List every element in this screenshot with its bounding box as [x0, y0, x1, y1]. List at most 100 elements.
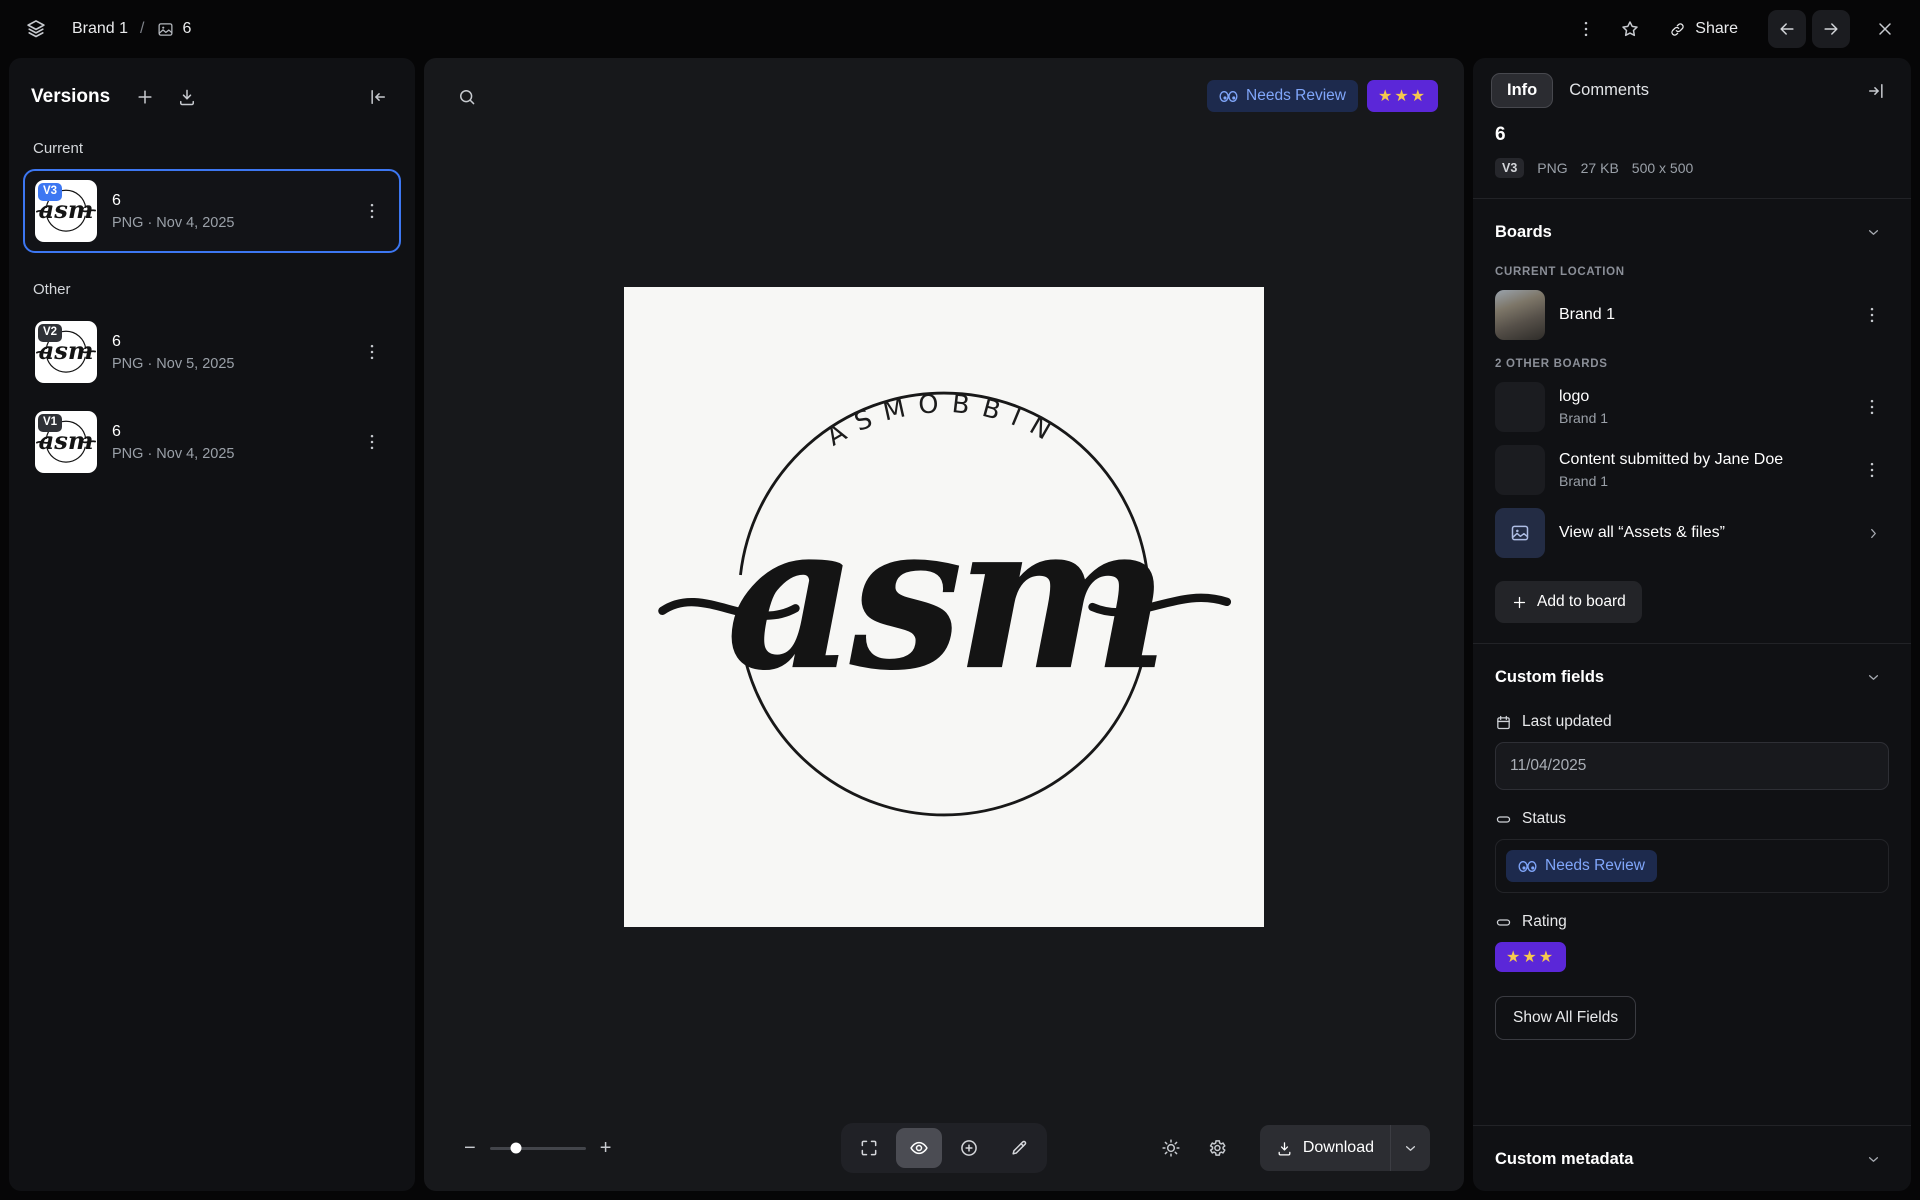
asset-version-chip: V3	[1495, 158, 1524, 178]
canvas-badges: Needs Review ★★★	[1207, 80, 1438, 112]
plus-icon	[1511, 594, 1528, 611]
preview-mode-button[interactable]	[896, 1128, 942, 1168]
background-brightness-button[interactable]	[1154, 1131, 1188, 1165]
show-all-fields-button[interactable]: Show All Fields	[1495, 996, 1636, 1040]
version-menu-button[interactable]	[355, 335, 389, 369]
kebab-icon	[1576, 19, 1596, 39]
board-name: Content submitted by Jane Doe	[1559, 451, 1783, 469]
rating-field[interactable]: ★★★	[1495, 942, 1889, 972]
view-tools	[841, 1123, 1047, 1173]
last-updated-input[interactable]	[1495, 742, 1889, 790]
version-item-v1[interactable]: asm V1 6 PNG · Nov 4, 2025	[23, 400, 401, 484]
rating-label-row: Rating	[1495, 913, 1889, 931]
edit-button[interactable]	[996, 1128, 1042, 1168]
tab-comments[interactable]: Comments	[1559, 73, 1659, 108]
previous-asset-button[interactable]	[1768, 10, 1806, 48]
zoom-in-button[interactable]: +	[594, 1133, 618, 1164]
board-row-current[interactable]: Brand 1	[1495, 290, 1889, 340]
share-button[interactable]: Share	[1657, 12, 1750, 46]
download-icon	[1276, 1140, 1293, 1157]
custom-fields-collapse-button[interactable]	[1858, 662, 1889, 693]
versions-panel: Versions Current asm	[9, 58, 415, 1191]
status-badge[interactable]: Needs Review	[1207, 80, 1358, 112]
versions-title: Versions	[31, 86, 110, 108]
board-menu-button[interactable]	[1855, 453, 1889, 487]
status-field[interactable]: Needs Review	[1495, 839, 1889, 893]
main-content: Versions Current asm	[0, 58, 1920, 1200]
zoom-slider[interactable]	[490, 1137, 586, 1159]
boards-section: Boards CURRENT LOCATION Brand 1	[1473, 198, 1911, 643]
search-button[interactable]	[450, 80, 484, 114]
app-logo-button[interactable]	[18, 11, 54, 47]
version-item-v3[interactable]: asm V3 6 PNG · Nov 4, 2025	[23, 169, 401, 253]
sun-icon	[1161, 1138, 1181, 1158]
favorite-button[interactable]	[1613, 12, 1647, 46]
settings-button[interactable]	[1200, 1131, 1234, 1165]
version-thumbnail: asm V3	[35, 180, 97, 242]
view-all-label: View all “Assets & files”	[1559, 524, 1725, 542]
version-menu-button[interactable]	[355, 425, 389, 459]
breadcrumb: Brand 1 / 6	[72, 20, 191, 38]
board-menu-button[interactable]	[1855, 298, 1889, 332]
close-button[interactable]	[1868, 12, 1902, 46]
custom-fields-title: Custom fields	[1495, 668, 1604, 687]
arrow-right-icon	[1821, 19, 1841, 39]
more-options-button[interactable]	[1569, 12, 1603, 46]
asset-nav	[1768, 10, 1850, 48]
rating-stars: ★★★	[1378, 86, 1427, 106]
select-field-icon	[1495, 914, 1512, 931]
view-all-assets-row[interactable]: View all “Assets & files”	[1495, 508, 1889, 558]
version-thumbnail: asm V1	[35, 411, 97, 473]
fullscreen-icon	[859, 1138, 879, 1158]
image-icon	[157, 21, 174, 38]
add-to-board-button[interactable]: Add to board	[1495, 581, 1642, 623]
fullscreen-button[interactable]	[846, 1128, 892, 1168]
boards-collapse-button[interactable]	[1858, 217, 1889, 248]
kebab-icon	[362, 201, 382, 221]
share-label: Share	[1695, 20, 1738, 38]
rating-value-badge[interactable]: ★★★	[1495, 942, 1566, 972]
add-version-button[interactable]	[128, 80, 162, 114]
versions-header: Versions	[9, 58, 415, 138]
asm-logo-artwork: ASMOBBIN asm	[624, 287, 1264, 927]
calendar-icon	[1495, 714, 1512, 731]
chevron-down-icon	[1865, 669, 1882, 686]
custom-metadata-collapse-button[interactable]	[1858, 1144, 1889, 1175]
rating-label: Rating	[1522, 913, 1567, 931]
status-value-badge[interactable]: Needs Review	[1506, 850, 1657, 882]
annotate-button[interactable]	[946, 1128, 992, 1168]
chevron-down-icon	[1402, 1140, 1419, 1157]
board-row-content-submitted[interactable]: Content submitted by Jane Doe Brand 1	[1495, 445, 1889, 495]
svg-text:ASMOBBIN: ASMOBBIN	[822, 388, 1067, 452]
version-menu-button[interactable]	[355, 194, 389, 228]
download-versions-button[interactable]	[170, 80, 204, 114]
next-asset-button[interactable]	[1812, 10, 1850, 48]
zoom-out-button[interactable]: −	[458, 1133, 482, 1164]
tab-info[interactable]: Info	[1491, 73, 1553, 108]
board-name: logo	[1559, 388, 1608, 406]
eyes-icon	[1219, 90, 1238, 103]
version-name: 6	[112, 192, 235, 210]
board-thumbnail	[1495, 290, 1545, 340]
zoom-slider-thumb[interactable]	[510, 1143, 521, 1154]
version-item-v2[interactable]: asm V2 6 PNG · Nov 5, 2025	[23, 310, 401, 394]
rating-badge[interactable]: ★★★	[1367, 80, 1438, 112]
download-button[interactable]: Download	[1260, 1125, 1390, 1171]
kebab-icon	[1862, 460, 1882, 480]
canvas: Needs Review ★★★ ASMOBBIN asm	[424, 58, 1464, 1191]
board-menu-button[interactable]	[1855, 390, 1889, 424]
collapse-versions-panel-button[interactable]	[361, 80, 395, 114]
version-info: 6 PNG · Nov 4, 2025	[112, 192, 235, 231]
status-value-label: Needs Review	[1545, 857, 1645, 875]
versions-other-label: Other	[9, 259, 415, 310]
breadcrumb-separator: /	[140, 20, 144, 38]
download-label: Download	[1303, 1139, 1374, 1157]
chevron-right-icon	[1858, 518, 1889, 549]
board-row-logo[interactable]: logo Brand 1	[1495, 382, 1889, 432]
download-options-button[interactable]	[1390, 1125, 1430, 1171]
breadcrumb-parent[interactable]: Brand 1	[72, 20, 128, 38]
collapse-info-panel-button[interactable]	[1859, 74, 1893, 108]
canvas-actions: Download	[1047, 1125, 1430, 1171]
version-meta: PNG · Nov 4, 2025	[112, 215, 235, 231]
custom-fields-section: Custom fields Last updated Status	[1473, 643, 1911, 1060]
